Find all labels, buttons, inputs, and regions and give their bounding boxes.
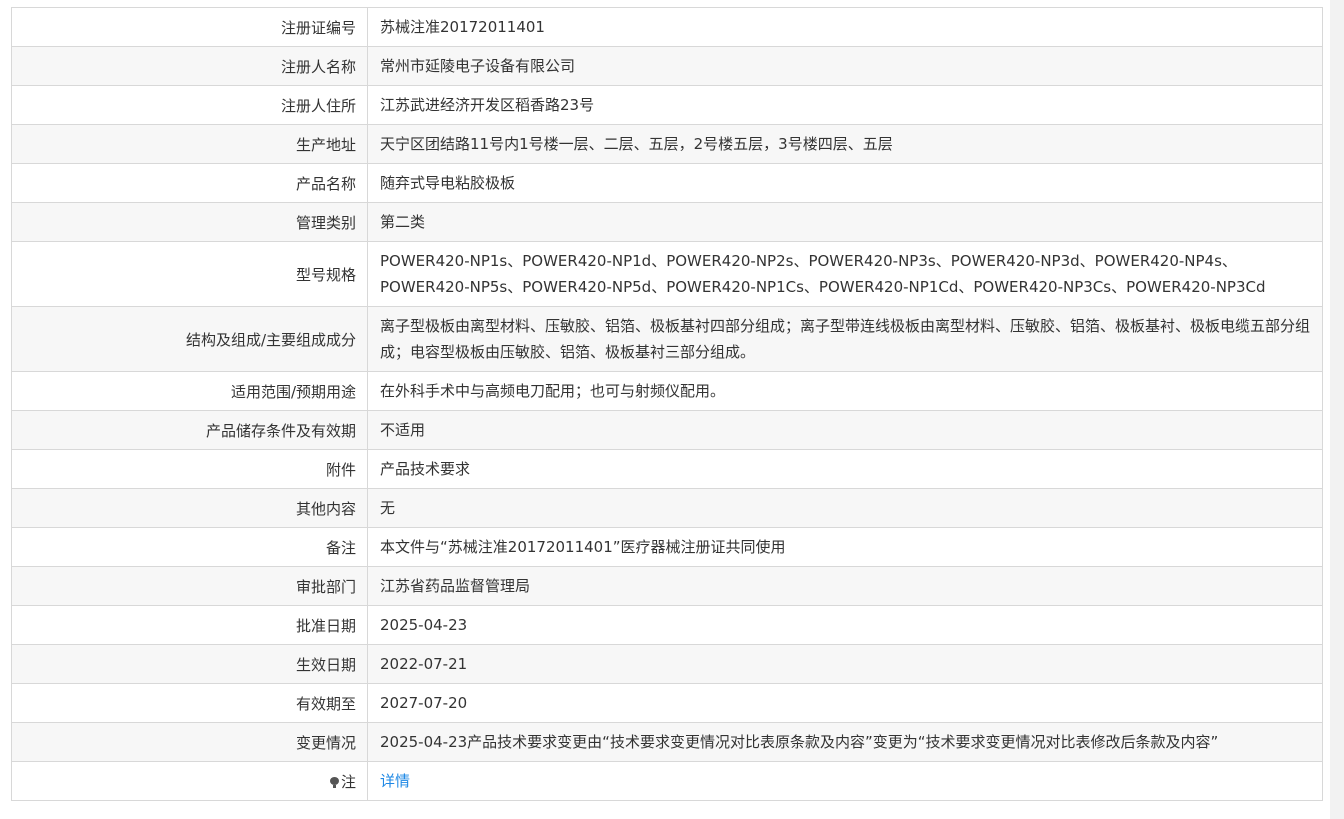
note-value-cell: 详情 (367, 761, 1323, 801)
row-value: 在外科手术中与高频电刀配用；也可与射频仪配用。 (367, 371, 1323, 411)
table-row: 生效日期 2022-07-21 (11, 644, 1323, 684)
row-value: 2025-04-23 (367, 605, 1323, 645)
table-row: 型号规格 POWER420-NP1s、POWER420-NP1d、POWER42… (11, 241, 1323, 307)
table-row: 管理类别 第二类 (11, 202, 1323, 242)
row-value: 江苏省药品监督管理局 (367, 566, 1323, 606)
registration-table: 注册证编号 苏械注准20172011401 注册人名称 常州市延陵电子设备有限公… (11, 7, 1323, 801)
note-row: 注 详情 (11, 761, 1323, 801)
row-value: 2022-07-21 (367, 644, 1323, 684)
row-label: 产品储存条件及有效期 (11, 410, 368, 450)
row-value: 产品技术要求 (367, 449, 1323, 489)
table-row: 适用范围/预期用途 在外科手术中与高频电刀配用；也可与射频仪配用。 (11, 371, 1323, 411)
row-label: 批准日期 (11, 605, 368, 645)
row-label: 审批部门 (11, 566, 368, 606)
table-row: 其他内容 无 (11, 488, 1323, 528)
table-row: 注册人住所 江苏武进经济开发区稻香路23号 (11, 85, 1323, 125)
row-label: 生产地址 (11, 124, 368, 164)
row-value: 常州市延陵电子设备有限公司 (367, 46, 1323, 86)
row-value: 无 (367, 488, 1323, 528)
registration-info-panel: 注册证编号 苏械注准20172011401 注册人名称 常州市延陵电子设备有限公… (11, 7, 1323, 801)
table-row: 有效期至 2027-07-20 (11, 683, 1323, 723)
row-label: 管理类别 (11, 202, 368, 242)
row-label: 注册人名称 (11, 46, 368, 86)
table-row: 生产地址 天宁区团结路11号内1号楼一层、二层、五层，2号楼五层，3号楼四层、五… (11, 124, 1323, 164)
table-row: 备注 本文件与“苏械注准20172011401”医疗器械注册证共同使用 (11, 527, 1323, 567)
row-value: 随弃式导电粘胶极板 (367, 163, 1323, 203)
row-label: 注册人住所 (11, 85, 368, 125)
row-value: 2025-04-23产品技术要求变更由“技术要求变更情况对比表原条款及内容”变更… (367, 722, 1323, 762)
row-label: 其他内容 (11, 488, 368, 528)
table-row: 产品储存条件及有效期 不适用 (11, 410, 1323, 450)
note-label-cell: 注 (11, 761, 368, 801)
vertical-scrollbar[interactable] (1330, 0, 1344, 819)
row-label: 产品名称 (11, 163, 368, 203)
details-link[interactable]: 详情 (380, 772, 410, 790)
row-value: 离子型极板由离型材料、压敏胶、铝箔、极板基衬四部分组成；离子型带连线极板由离型材… (367, 306, 1323, 372)
row-label: 有效期至 (11, 683, 368, 723)
row-label: 注册证编号 (11, 7, 368, 47)
row-label: 备注 (11, 527, 368, 567)
table-row: 注册证编号 苏械注准20172011401 (11, 7, 1323, 47)
row-label: 结构及组成/主要组成成分 (11, 306, 368, 372)
row-value: 第二类 (367, 202, 1323, 242)
table-row: 审批部门 江苏省药品监督管理局 (11, 566, 1323, 606)
row-label: 适用范围/预期用途 (11, 371, 368, 411)
row-value: 本文件与“苏械注准20172011401”医疗器械注册证共同使用 (367, 527, 1323, 567)
row-value: 天宁区团结路11号内1号楼一层、二层、五层，2号楼五层，3号楼四层、五层 (367, 124, 1323, 164)
row-value: 江苏武进经济开发区稻香路23号 (367, 85, 1323, 125)
table-row: 注册人名称 常州市延陵电子设备有限公司 (11, 46, 1323, 86)
row-value: 不适用 (367, 410, 1323, 450)
row-label: 附件 (11, 449, 368, 489)
row-label: 型号规格 (11, 241, 368, 307)
table-row: 附件 产品技术要求 (11, 449, 1323, 489)
table-row: 批准日期 2025-04-23 (11, 605, 1323, 645)
table-row: 产品名称 随弃式导电粘胶极板 (11, 163, 1323, 203)
row-value: POWER420-NP1s、POWER420-NP1d、POWER420-NP2… (367, 241, 1323, 307)
note-label: 注 (340, 772, 356, 791)
lightbulb-icon (329, 776, 339, 788)
row-label: 变更情况 (11, 722, 368, 762)
row-value: 苏械注准20172011401 (367, 7, 1323, 47)
row-label: 生效日期 (11, 644, 368, 684)
table-row: 结构及组成/主要组成成分 离子型极板由离型材料、压敏胶、铝箔、极板基衬四部分组成… (11, 306, 1323, 372)
row-value: 2027-07-20 (367, 683, 1323, 723)
table-row: 变更情况 2025-04-23产品技术要求变更由“技术要求变更情况对比表原条款及… (11, 722, 1323, 762)
